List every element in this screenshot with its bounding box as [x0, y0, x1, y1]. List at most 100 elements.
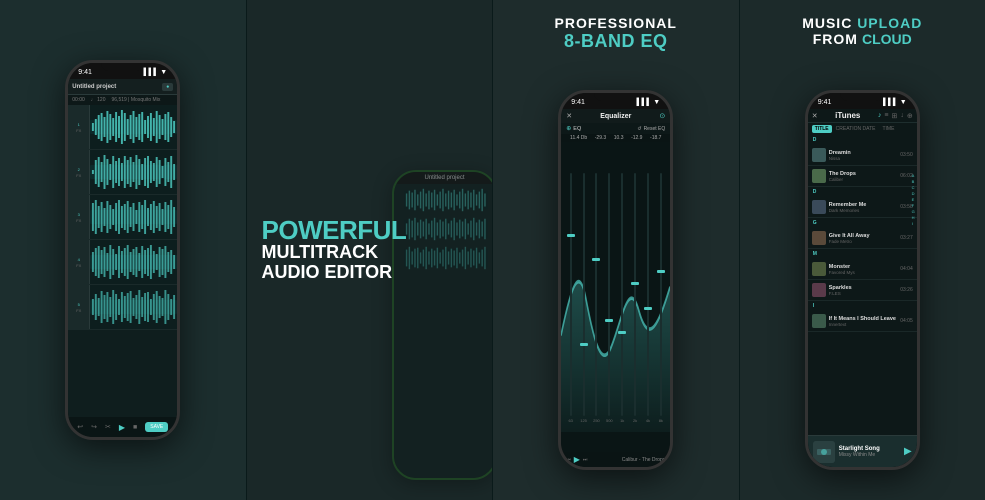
- promo-line-audio-editor: AUDIO EDITOR: [262, 263, 407, 283]
- eq-val-2: -29.3: [595, 135, 606, 141]
- alpha-c[interactable]: C: [912, 185, 915, 190]
- eq-handle-5[interactable]: [618, 331, 626, 334]
- eq-controls-bar: ⊕ EQ ↺ Reset EQ: [561, 123, 670, 134]
- song-thumb-drops: [812, 169, 826, 183]
- alpha-h[interactable]: H: [912, 215, 915, 220]
- itunes-search-icon[interactable]: ⊕: [907, 112, 913, 120]
- itunes-playlist-icon[interactable]: ≡: [884, 112, 888, 119]
- phone-screen-bg-p2: Untitled project: [394, 172, 492, 478]
- phone-screen-eq: 9:41 ▌▌▌ ▼ ✕ Equalizer ⊙ ⊕ EQ ↺ Reset EQ: [561, 93, 670, 467]
- eq-handle-4[interactable]: [605, 319, 613, 322]
- itunes-tab-date[interactable]: CREATION DATE: [833, 125, 879, 133]
- eq-slider-4[interactable]: 500: [604, 146, 614, 450]
- itunes-close[interactable]: ✕: [812, 112, 818, 120]
- eq-preset-btn[interactable]: ⊙: [659, 112, 665, 120]
- alpha-b[interactable]: B: [912, 179, 915, 184]
- track-row-5: 5 FX: [68, 285, 177, 330]
- alpha-d[interactable]: D: [912, 191, 915, 196]
- song-thumb-dreamin: [812, 148, 826, 162]
- now-playing-artwork-svg: [813, 441, 835, 463]
- song-row-remember[interactable]: Remember Me Dark Memories 03:58: [808, 197, 917, 218]
- save-button[interactable]: SAVE: [145, 422, 168, 432]
- song-artist-giveitaway: Fade Metro: [829, 239, 897, 244]
- section-header-i: I: [808, 301, 917, 311]
- alpha-g[interactable]: G: [912, 209, 915, 214]
- eq-slider-7[interactable]: 4k: [643, 146, 653, 450]
- eq-band-label-8: 8k: [659, 418, 663, 423]
- track-info-bpm: ♩ 120: [91, 97, 106, 103]
- song-title-itmeans: If It Means I Should Leave: [829, 316, 897, 322]
- track-info-time: 00:00: [72, 97, 85, 103]
- now-playing-play-btn[interactable]: ▶: [904, 446, 912, 457]
- alpha-i[interactable]: I: [912, 221, 915, 226]
- promo-text-container: POWERFUL MULTITRACK AUDIO EDITOR: [262, 217, 407, 283]
- alpha-a[interactable]: A: [912, 173, 915, 178]
- eq-track-2: [583, 173, 585, 416]
- eq-handle-6[interactable]: [631, 282, 639, 285]
- song-row-monster[interactable]: Monster Favored Mys 04:04: [808, 259, 917, 280]
- bg-wave-1: [396, 186, 492, 214]
- eq-enable-btn[interactable]: ⊕ EQ: [566, 125, 581, 132]
- itunes-download-icon[interactable]: ↓: [900, 112, 904, 119]
- itunes-filter-icon[interactable]: ⊞: [892, 112, 898, 120]
- topbar-action-btn[interactable]: ●: [162, 83, 173, 91]
- eq-slider-1[interactable]: 63: [566, 146, 576, 450]
- tool-stop[interactable]: ■: [133, 424, 137, 431]
- track-row-1: 1 FX: [68, 105, 177, 150]
- itunes-tab-time[interactable]: TIME: [879, 125, 897, 133]
- alpha-e[interactable]: E: [912, 197, 915, 202]
- song-info-drops: The Drops Caliber: [829, 171, 897, 182]
- waveform-svg-3: [90, 195, 177, 239]
- track-label-3: 3 FX: [68, 195, 90, 239]
- song-row-giveitaway[interactable]: Give It All Away Fade Metro 03:27: [808, 228, 917, 249]
- eq-play-btn[interactable]: ▶: [574, 455, 580, 464]
- promo-cloud-row2: FROM CLOUD: [740, 31, 985, 47]
- eq-topbar: ✕ Equalizer ⊙: [561, 109, 670, 123]
- itunes-music-icon[interactable]: ♪: [878, 112, 882, 119]
- section-header-d1: D: [808, 135, 917, 145]
- tool-play[interactable]: ▶: [119, 423, 125, 432]
- promo-cloud-container: MUSIC UPLOAD FROM CLOUD: [740, 15, 985, 47]
- eq-track-7: [647, 173, 649, 416]
- phone-notch: [101, 63, 145, 71]
- eq-handle-2[interactable]: [580, 343, 588, 346]
- eq-track-5: [621, 173, 623, 416]
- eq-handle-8[interactable]: [657, 270, 665, 273]
- promo-eq-line1: PROFESSIONAL: [493, 15, 739, 31]
- phone-notch-itunes: [840, 93, 884, 101]
- tool-cut[interactable]: ✂: [105, 423, 111, 431]
- alpha-f[interactable]: F: [912, 203, 915, 208]
- song-row-dreamin[interactable]: Dreamin Nissa 03:50: [808, 145, 917, 166]
- phone-itunes: 9:41 ▌▌▌ ▼ ✕ iTunes ♪ ≡ ⊞ ↓ ⊕ TITLE CREA…: [805, 90, 920, 470]
- track-label-2: 2 FX: [68, 150, 90, 194]
- tool-undo[interactable]: ↩: [77, 423, 83, 431]
- eq-slider-6[interactable]: 2k: [630, 146, 640, 450]
- eq-close-btn[interactable]: ✕: [566, 112, 572, 120]
- song-duration-giveitaway: 03:27: [900, 235, 913, 241]
- tool-redo[interactable]: ↪: [91, 423, 97, 431]
- status-icons-eq: ▌▌▌ ▼: [636, 99, 660, 106]
- song-row-drops[interactable]: The Drops Caliber 06:02: [808, 166, 917, 187]
- track-label-1: 1 FX: [68, 105, 90, 149]
- song-row-itmeans[interactable]: If It Means I Should Leave Innertext 04:…: [808, 311, 917, 332]
- song-row-sparkles[interactable]: Sparkles F.LES 03:26: [808, 280, 917, 301]
- eq-slider-8[interactable]: 8k: [656, 146, 666, 450]
- eq-slider-3[interactable]: 250: [591, 146, 601, 450]
- promo-cloud-music: MUSIC UPLOAD: [740, 15, 985, 31]
- itunes-tab-title[interactable]: TITLE: [812, 125, 832, 133]
- eq-handle-3[interactable]: [592, 258, 600, 261]
- panel-promo-multitrack: Untitled project POWERFUL MULTITRACK AU: [247, 0, 493, 500]
- eq-prev-btn[interactable]: ⏮: [566, 457, 571, 463]
- eq-title-label: Equalizer: [600, 113, 631, 120]
- eq-band-label-6: 2k: [633, 418, 637, 423]
- eq-next-btn[interactable]: ⏭: [583, 457, 588, 463]
- eq-slider-2[interactable]: 125: [579, 146, 589, 450]
- song-artist-remember: Dark Memories: [829, 208, 897, 213]
- eq-handle-7[interactable]: [644, 307, 652, 310]
- eq-slider-5[interactable]: 1k: [617, 146, 627, 450]
- eq-reset-label: Reset EQ: [644, 126, 666, 132]
- eq-track-3: [595, 173, 597, 416]
- eq-handle-1[interactable]: [567, 234, 575, 237]
- eq-reset-btn[interactable]: ↺ Reset EQ: [637, 126, 665, 132]
- status-time-eq: 9:41: [571, 99, 585, 106]
